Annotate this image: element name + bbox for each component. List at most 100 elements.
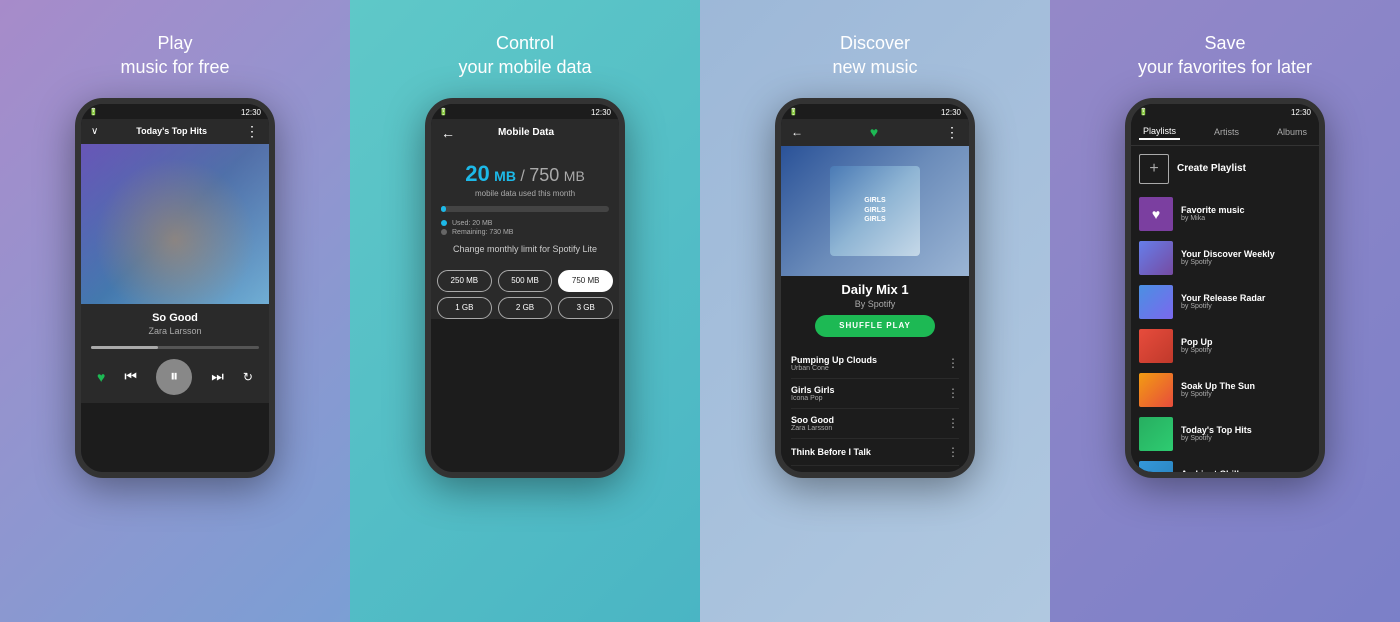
discover-title-main: Discover bbox=[832, 34, 917, 54]
playlist-by-2: by Spotify bbox=[1181, 259, 1275, 266]
playlist-name-5: Soak Up The Sun bbox=[1181, 381, 1255, 391]
track-dots-4[interactable]: ⋮ bbox=[947, 445, 959, 459]
play-title-sub: music for free bbox=[120, 58, 229, 78]
repeat-icon[interactable]: ↻ bbox=[243, 370, 253, 384]
album-art-overlay bbox=[81, 144, 269, 304]
discover-header: ← ♥ ⋮ bbox=[781, 119, 969, 146]
panel-discover: Discover new music 🔋 12:30 ← ♥ ⋮ GIRLSGI… bbox=[700, 0, 1050, 622]
playlist-thumb-5 bbox=[1139, 373, 1173, 407]
limit-label: Change monthly limit for Spotify Lite bbox=[441, 244, 609, 254]
now-playing-header: ∨ Today's Top Hits ⋮ bbox=[81, 119, 269, 144]
status-time-3: 12:30 bbox=[941, 108, 961, 117]
playlist-list: + Create Playlist ♥ Favorite music by Mi… bbox=[1131, 146, 1319, 472]
track-item-1[interactable]: Pumping Up Clouds Urban Cone ⋮ bbox=[791, 349, 959, 379]
btn-2gb[interactable]: 2 GB bbox=[498, 297, 553, 319]
phone-2: 🔋 12:30 ← Mobile Data 20 MB / 750 MB mob… bbox=[425, 98, 625, 478]
chevron-down-icon[interactable]: ∨ bbox=[91, 126, 98, 137]
mix-title: Daily Mix 1 bbox=[791, 282, 959, 297]
create-playlist-row[interactable]: + Create Playlist bbox=[1131, 146, 1319, 192]
playlist-thumb-2 bbox=[1139, 241, 1173, 275]
playlist-name-6: Today's Top Hits bbox=[1181, 425, 1252, 435]
track-item-3[interactable]: Soo Good Zara Larsson ⋮ bbox=[791, 409, 959, 439]
playback-controls: ♥ ⏮ ⏸ ⏭ ↻ bbox=[81, 351, 269, 403]
back-icon-3[interactable]: ← bbox=[791, 125, 803, 139]
legend-used-text: Used: 20 MB bbox=[452, 220, 492, 227]
track-dots-3[interactable]: ⋮ bbox=[947, 416, 959, 430]
track-dots-1[interactable]: ⋮ bbox=[947, 356, 959, 370]
create-playlist-label: Create Playlist bbox=[1177, 163, 1246, 174]
play-title-main: Play bbox=[120, 34, 229, 54]
btn-250mb[interactable]: 250 MB bbox=[437, 270, 492, 292]
phone-3: 🔋 12:30 ← ♥ ⋮ GIRLSGIRLSGIRLS Daily Mix … bbox=[775, 98, 975, 478]
more-icon-3[interactable]: ⋮ bbox=[945, 124, 959, 141]
panel-control: Control your mobile data 🔋 12:30 ← Mobil… bbox=[350, 0, 700, 622]
mobile-data-title: Mobile Data bbox=[463, 127, 589, 138]
track-item-2[interactable]: Girls Girls Icona Pop ⋮ bbox=[791, 379, 959, 409]
playlist-item-4[interactable]: Pop Up by Spotify bbox=[1131, 324, 1319, 368]
used-dot bbox=[441, 220, 447, 226]
status-time-4: 12:30 bbox=[1291, 108, 1311, 117]
shuffle-play-button[interactable]: SHUFFLE PLAY bbox=[815, 315, 935, 337]
data-bar-fill bbox=[441, 206, 446, 212]
playlist-name-3: Your Release Radar bbox=[1181, 293, 1265, 303]
playlist-item-5[interactable]: Soak Up The Sun by Spotify bbox=[1131, 368, 1319, 412]
playlist-item-7[interactable]: Ambient Chill by Spotify bbox=[1131, 456, 1319, 472]
progress-bar-wrap[interactable] bbox=[81, 340, 269, 351]
btn-1gb[interactable]: 1 GB bbox=[437, 297, 492, 319]
discover-title-sub: new music bbox=[832, 58, 917, 78]
legend-remaining: Remaining: 730 MB bbox=[441, 229, 609, 236]
playlist-name-7: Ambient Chill bbox=[1181, 469, 1239, 472]
mix-by: By Spotify bbox=[791, 299, 959, 309]
playlist-item-6[interactable]: Today's Top Hits by Spotify bbox=[1131, 412, 1319, 456]
daily-mix-info: Daily Mix 1 By Spotify SHUFFLE PLAY bbox=[781, 276, 969, 349]
data-limit-buttons: 250 MB 500 MB 750 MB 1 GB 2 GB 3 GB bbox=[431, 270, 619, 319]
playlist-item-2[interactable]: Your Discover Weekly by Spotify bbox=[1131, 236, 1319, 280]
data-usage-display: 20 MB / 750 MB mobile data used this mon… bbox=[441, 161, 609, 198]
track-artist-2: Icona Pop bbox=[791, 395, 835, 402]
shuffle-label: SHUFFLE PLAY bbox=[839, 321, 911, 330]
tab-albums[interactable]: Albums bbox=[1273, 125, 1311, 139]
playlist-item-3[interactable]: Your Release Radar by Spotify bbox=[1131, 280, 1319, 324]
legend-remaining-text: Remaining: 730 MB bbox=[452, 229, 513, 236]
pause-button[interactable]: ⏸ bbox=[156, 359, 192, 395]
panel-play: Play music for free 🔋 12:30 ∨ Today's To… bbox=[0, 0, 350, 622]
btn-row-1: 250 MB 500 MB 750 MB bbox=[437, 270, 613, 292]
status-bar-1: 🔋 12:30 bbox=[81, 104, 269, 119]
track-dots-2[interactable]: ⋮ bbox=[947, 386, 959, 400]
tab-playlists[interactable]: Playlists bbox=[1139, 124, 1180, 140]
remaining-dot bbox=[441, 229, 447, 235]
data-bar-track bbox=[441, 206, 609, 212]
status-time-1: 12:30 bbox=[241, 108, 261, 117]
btn-row-2: 1 GB 2 GB 3 GB bbox=[437, 297, 613, 319]
heart-icon-3[interactable]: ♥ bbox=[870, 124, 878, 140]
btn-750mb[interactable]: 750 MB bbox=[558, 270, 613, 292]
tab-artists[interactable]: Artists bbox=[1210, 125, 1243, 139]
track-artist-3: Zara Larsson bbox=[791, 425, 834, 432]
btn-500mb[interactable]: 500 MB bbox=[498, 270, 553, 292]
album-art bbox=[81, 144, 269, 304]
prev-icon[interactable]: ⏮ bbox=[124, 368, 137, 385]
playlist-by-3: by Spotify bbox=[1181, 303, 1265, 310]
mb-unit-used: MB bbox=[494, 168, 516, 184]
playlist-thumb-3 bbox=[1139, 285, 1173, 319]
progress-fill bbox=[91, 346, 158, 349]
back-icon[interactable]: ← bbox=[441, 125, 455, 141]
data-legend: Used: 20 MB Remaining: 730 MB bbox=[441, 220, 609, 236]
song-artist: Zara Larsson bbox=[91, 326, 259, 336]
save-title-sub: your favorites for later bbox=[1138, 58, 1312, 78]
track-item-4[interactable]: Think Before I Talk ⋮ bbox=[791, 439, 959, 466]
playlist-thumb-4 bbox=[1139, 329, 1173, 363]
progress-track[interactable] bbox=[91, 346, 259, 349]
heart-icon[interactable]: ♥ bbox=[97, 369, 105, 385]
playlist-name-4: Pop Up bbox=[1181, 337, 1213, 347]
status-time-2: 12:30 bbox=[591, 108, 611, 117]
status-bar-3: 🔋 12:30 bbox=[781, 104, 969, 119]
np-info: So Good Zara Larsson bbox=[81, 304, 269, 340]
legend-used: Used: 20 MB bbox=[441, 220, 609, 227]
status-bar-2: 🔋 12:30 bbox=[431, 104, 619, 119]
track-name-2: Girls Girls bbox=[791, 385, 835, 395]
playlist-item-1[interactable]: ♥ Favorite music by Mika bbox=[1131, 192, 1319, 236]
btn-3gb[interactable]: 3 GB bbox=[558, 297, 613, 319]
next-icon[interactable]: ⏭ bbox=[211, 368, 224, 385]
more-options-icon[interactable]: ⋮ bbox=[245, 123, 259, 140]
